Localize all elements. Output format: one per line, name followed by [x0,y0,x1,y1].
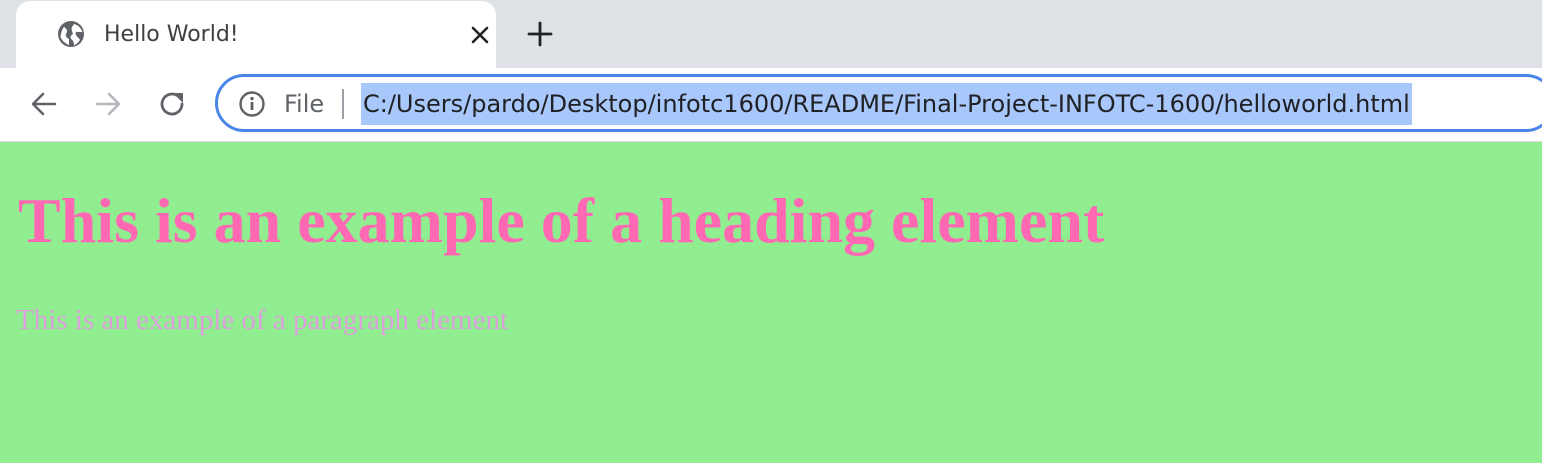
globe-icon [56,19,86,49]
arrow-left-icon[interactable] [24,84,64,124]
page-content: This is an example of a heading element … [0,142,1542,463]
arrow-right-icon[interactable] [88,84,128,124]
close-icon[interactable] [464,19,496,51]
info-icon[interactable] [238,90,266,118]
url-text[interactable]: C:/Users/pardo/Desktop/infotc1600/README… [361,83,1412,125]
address-bar[interactable]: File C:/Users/pardo/Desktop/infotc1600/R… [215,74,1542,132]
page-paragraph: This is an example of a paragraph elemen… [16,304,508,336]
scheme-label: File [284,90,325,118]
reload-icon[interactable] [152,84,192,124]
page-heading: This is an example of a heading element [18,185,1105,256]
tab-strip: Hello World! [0,0,1542,68]
omnibox-divider [342,89,344,119]
tab-title: Hello World! [104,22,239,47]
browser-toolbar: File C:/Users/pardo/Desktop/infotc1600/R… [0,68,1542,142]
plus-icon[interactable] [522,16,558,52]
tab-hello-world[interactable]: Hello World! [16,1,496,68]
